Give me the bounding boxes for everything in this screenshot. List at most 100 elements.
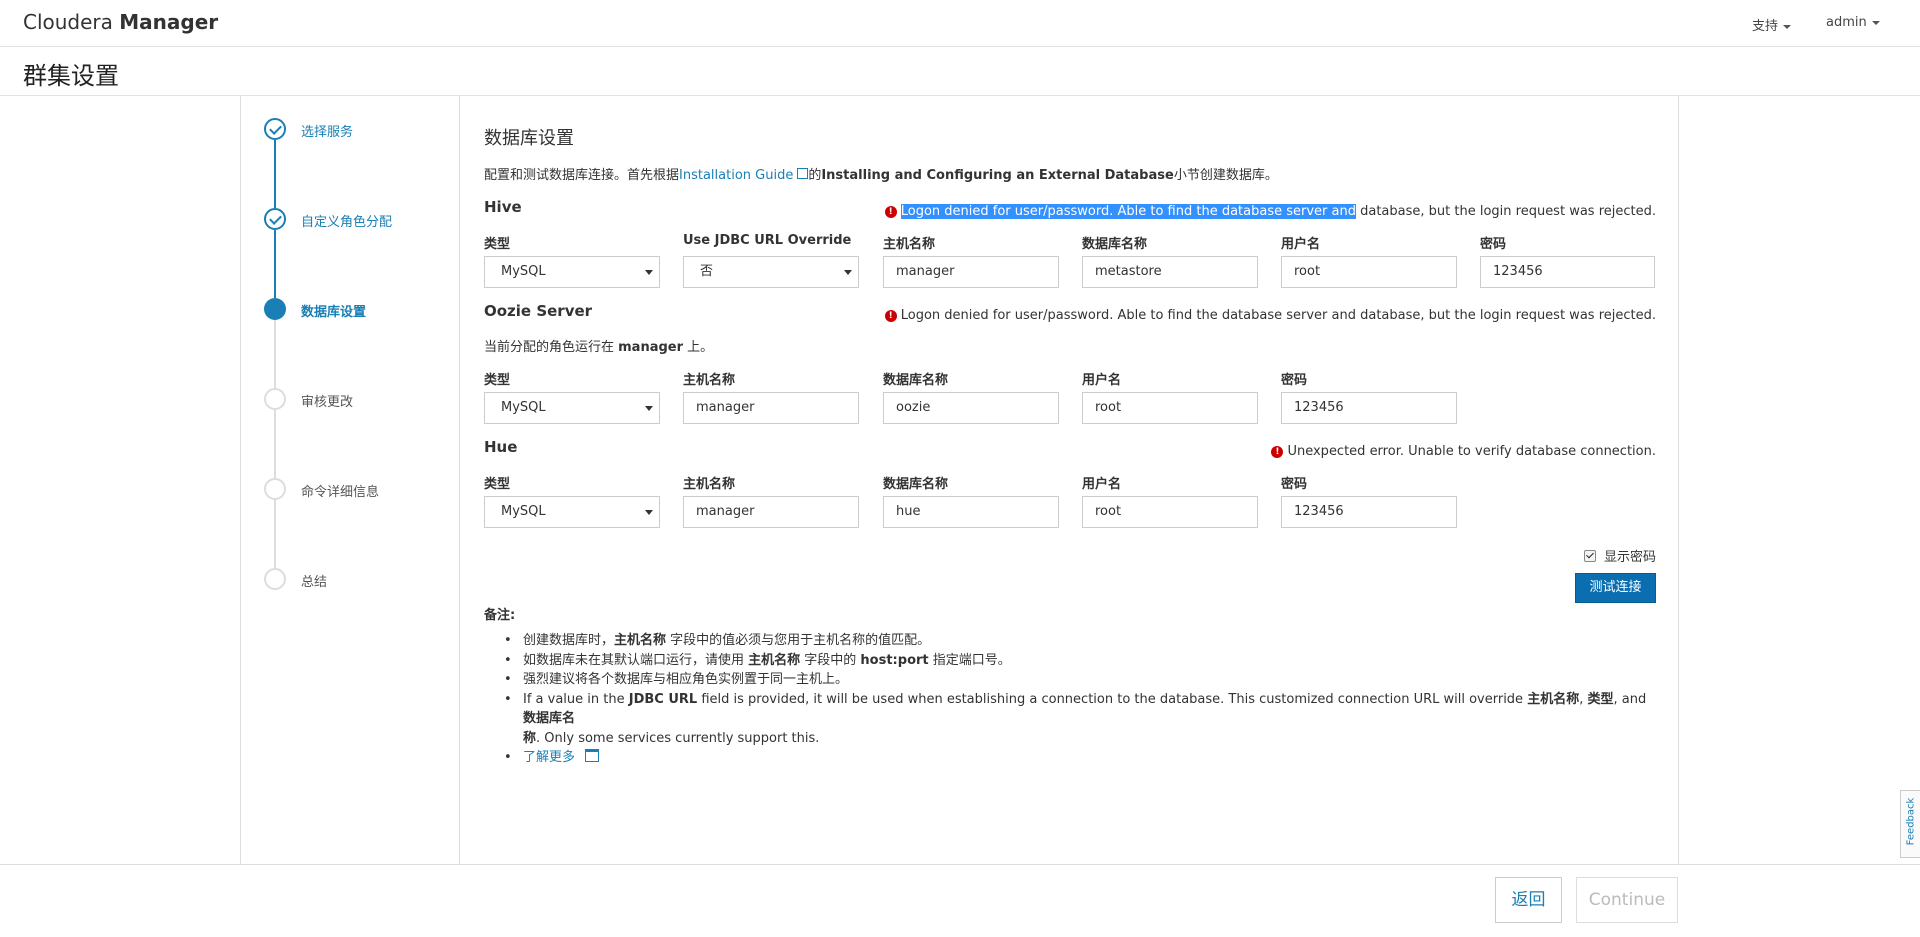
- hive-password-input[interactable]: 123456: [1480, 256, 1655, 288]
- hive-type-select[interactable]: MySQL: [484, 256, 660, 288]
- step-command-details: 命令详细信息: [264, 478, 464, 504]
- support-label: 支持: [1752, 19, 1779, 34]
- step-role-assignment[interactable]: 自定义角色分配: [264, 208, 464, 234]
- dropdown-arrow-icon: [645, 510, 653, 515]
- checkbox[interactable]: [1583, 550, 1596, 562]
- step-label: 数据库设置: [301, 305, 367, 320]
- hue-error-message: ! Unexpected error. Unable to verify data…: [1271, 444, 1656, 459]
- error-icon: !: [1271, 446, 1284, 458]
- hue-db-input[interactable]: hue: [883, 496, 1059, 528]
- oozie-db-input[interactable]: oozie: [883, 392, 1059, 424]
- step-label: 审核更改: [301, 395, 354, 410]
- step-connector: [274, 500, 276, 568]
- error-icon: !: [884, 310, 897, 322]
- hue-title: Hue: [484, 438, 518, 456]
- oozie-error-message: ! Logon denied for user/password. Able to…: [884, 308, 1656, 323]
- oozie-host-input[interactable]: manager: [683, 392, 859, 424]
- hue-host-input[interactable]: manager: [683, 496, 859, 528]
- hive-db-input[interactable]: metastore: [1082, 256, 1258, 288]
- step-summary: 总结: [264, 568, 464, 594]
- learn-more-link[interactable]: 了解更多: [523, 750, 575, 765]
- error-icon: !: [884, 206, 897, 218]
- hue-password-label: 密码: [1281, 477, 1308, 492]
- brand-light-text: Cloudera: [23, 10, 113, 34]
- list-item: 创建数据库时，主机名称 字段中的值必须与您用于主机名称的值匹配。: [504, 631, 1649, 651]
- hive-password-label: 密码: [1480, 237, 1507, 252]
- show-password-toggle[interactable]: 显示密码: [1583, 546, 1656, 565]
- hue-type-select[interactable]: MySQL: [484, 496, 660, 528]
- note-bold: 主机名称: [748, 652, 801, 668]
- hive-error-selected-text: Logon denied for user/password. Able to …: [900, 204, 1356, 219]
- dropdown-arrow-icon: [645, 406, 653, 411]
- selected-value: MySQL: [501, 504, 546, 519]
- support-menu[interactable]: 支持: [1752, 15, 1792, 34]
- selected-value: MySQL: [501, 264, 546, 279]
- empty-circle-icon: [264, 478, 286, 500]
- brand-logo[interactable]: Cloudera Manager: [23, 10, 218, 34]
- notes-title: 备注:: [484, 608, 516, 623]
- notes-title-text: 备注: [484, 608, 511, 623]
- note-text: 字段中的: [800, 652, 861, 668]
- test-connection-button[interactable]: 测试连接: [1575, 573, 1656, 603]
- hue-host-label: 主机名称: [683, 477, 736, 492]
- hive-db-label: 数据库名称: [1082, 237, 1148, 252]
- note-bold: 数据库名: [523, 711, 576, 726]
- empty-circle-icon: [264, 388, 286, 410]
- back-button[interactable]: 返回: [1495, 877, 1562, 923]
- list-item: 了解更多: [504, 748, 1649, 768]
- hive-host-input[interactable]: manager: [883, 256, 1059, 288]
- page-title: 群集设置: [23, 62, 119, 90]
- note-bold: 主机名称: [1527, 691, 1580, 707]
- note-prefix: 当前分配的角色运行在: [484, 340, 619, 355]
- hue-error-text: Unexpected error. Unable to verify datab…: [1287, 444, 1656, 459]
- list-item: 强烈建议将各个数据库与相应角色实例置于同一主机上。: [504, 670, 1649, 690]
- intro-bold: Installing and Configuring an External D…: [821, 168, 1174, 183]
- oozie-password-input[interactable]: 123456: [1281, 392, 1457, 424]
- user-label: admin: [1826, 15, 1867, 30]
- empty-circle-icon: [264, 568, 286, 590]
- note-bold: host:port: [860, 652, 929, 668]
- check-circle-icon: [264, 118, 286, 140]
- selected-value: 否: [700, 264, 714, 279]
- oozie-user-label: 用户名: [1082, 373, 1122, 388]
- step-database-setup: 数据库设置: [264, 298, 464, 324]
- brand-bold-text: Manager: [119, 10, 219, 34]
- intro-suffix: 小节创建数据库。: [1173, 168, 1278, 183]
- oozie-db-label: 数据库名称: [883, 373, 949, 388]
- feedback-tab[interactable]: Feedback: [1900, 790, 1920, 858]
- check-circle-icon: [264, 208, 286, 230]
- continue-button[interactable]: Continue: [1576, 877, 1678, 923]
- hue-password-input[interactable]: 123456: [1281, 496, 1457, 528]
- oozie-title: Oozie Server: [484, 302, 593, 320]
- section-heading: 数据库设置: [484, 128, 574, 149]
- user-menu[interactable]: admin: [1826, 15, 1880, 30]
- feedback-label: Feedback: [1905, 797, 1917, 846]
- hue-user-label: 用户名: [1082, 477, 1122, 492]
- hive-type-label: 类型: [484, 237, 511, 252]
- external-link-icon[interactable]: [797, 168, 809, 179]
- step-connector: [274, 230, 276, 298]
- note-bold: 称: [523, 730, 537, 746]
- oozie-type-label: 类型: [484, 373, 511, 388]
- oozie-user-input[interactable]: root: [1082, 392, 1258, 424]
- hive-jdbc-select[interactable]: 否: [683, 256, 859, 288]
- step-connector: [274, 410, 276, 478]
- installation-guide-link[interactable]: Installation Guide: [679, 168, 793, 183]
- hue-user-input[interactable]: root: [1082, 496, 1258, 528]
- list-item: If a value in the JDBC URL field is prov…: [504, 690, 1649, 749]
- note-text: 如数据库未在其默认端口运行，请使用: [523, 652, 749, 668]
- step-review-changes: 审核更改: [264, 388, 464, 414]
- step-select-services[interactable]: 选择服务: [264, 118, 464, 144]
- note-bold: JDBC URL: [628, 691, 698, 707]
- window-icon[interactable]: [585, 749, 600, 762]
- step-label: 总结: [301, 575, 328, 590]
- divider: [0, 864, 1920, 865]
- active-step-icon: [264, 298, 286, 320]
- note-text: field is provided, it will be used when …: [697, 691, 1528, 707]
- oozie-type-select[interactable]: MySQL: [484, 392, 660, 424]
- oozie-host-label: 主机名称: [683, 373, 736, 388]
- hive-user-input[interactable]: root: [1281, 256, 1457, 288]
- step-label: 命令详细信息: [301, 485, 380, 500]
- caret-down-icon: [1783, 24, 1792, 29]
- note-bold: 主机名称: [614, 633, 667, 648]
